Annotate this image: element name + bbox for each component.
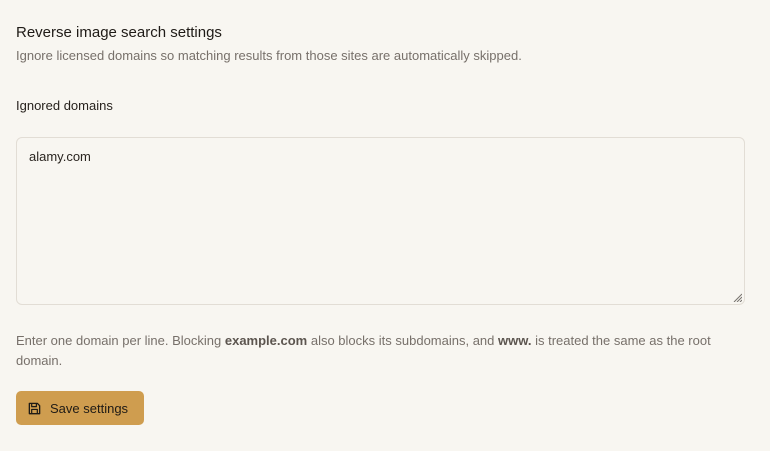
settings-subtitle: Ignore licensed domains so matching resu… (16, 48, 522, 63)
save-icon (27, 401, 42, 416)
ignored-domains-help-text: Enter one domain per line. Blocking exam… (16, 331, 745, 371)
ignored-domains-label: Ignored domains (16, 98, 113, 113)
resize-handle-icon[interactable] (732, 292, 742, 302)
save-settings-button[interactable]: Save settings (16, 391, 144, 425)
help-www-prefix: www. (498, 333, 532, 348)
help-text-before-example: Enter one domain per line. Blocking (16, 333, 225, 348)
help-example-domain: example.com (224, 333, 308, 348)
reverse-image-search-settings-panel: Reverse image search settings Ignore lic… (16, 22, 745, 425)
ignored-domains-field-wrapper (16, 137, 745, 305)
help-text-between: also blocks its subdomains, and (307, 333, 499, 348)
settings-title: Reverse image search settings (16, 24, 222, 41)
save-settings-label: Save settings (50, 400, 129, 416)
ignored-domains-textarea[interactable] (16, 137, 745, 305)
